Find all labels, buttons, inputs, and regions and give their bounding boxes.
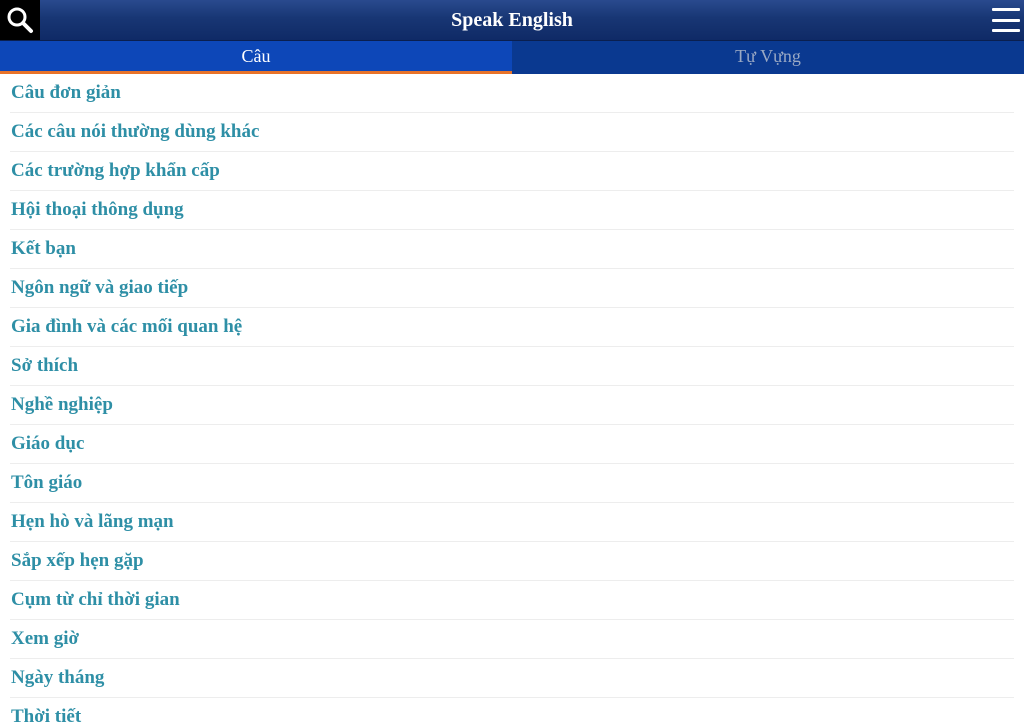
list-item[interactable]: Câu đơn giản xyxy=(10,74,1014,113)
top-bar: Speak English xyxy=(0,0,1024,41)
tab-bar: Câu Tự Vựng xyxy=(0,41,1024,74)
list-item[interactable]: Cụm từ chỉ thời gian xyxy=(10,581,1014,620)
list-item[interactable]: Kết bạn xyxy=(10,230,1014,269)
tab-cau[interactable]: Câu xyxy=(0,41,512,74)
list-item[interactable]: Sắp xếp hẹn gặp xyxy=(10,542,1014,581)
menu-line xyxy=(992,29,1020,32)
list-item[interactable]: Ngày tháng xyxy=(10,659,1014,698)
list-item[interactable]: Gia đình và các mối quan hệ xyxy=(10,308,1014,347)
hamburger-menu-icon[interactable] xyxy=(992,6,1020,34)
app-window: Speak English Câu Tự Vựng Câu đơn giản Cá… xyxy=(0,0,1024,728)
menu-line xyxy=(992,18,1020,22)
list-item[interactable]: Xem giờ xyxy=(10,620,1014,659)
menu-line xyxy=(992,8,1020,11)
list-item[interactable]: Sở thích xyxy=(10,347,1014,386)
category-list: Câu đơn giản Các câu nói thường dùng khác… xyxy=(0,74,1024,728)
search-button[interactable] xyxy=(0,0,40,40)
list-item[interactable]: Ngôn ngữ và giao tiếp xyxy=(10,269,1014,308)
list-item[interactable]: Giáo dục xyxy=(10,425,1014,464)
list-item[interactable]: Thời tiết xyxy=(10,698,1014,728)
list-item[interactable]: Các trường hợp khẩn cấp xyxy=(10,152,1014,191)
list-item[interactable]: Hội thoại thông dụng xyxy=(10,191,1014,230)
list-item[interactable]: Tôn giáo xyxy=(10,464,1014,503)
list-item[interactable]: Hẹn hò và lãng mạn xyxy=(10,503,1014,542)
list-item[interactable]: Các câu nói thường dùng khác xyxy=(10,113,1014,152)
tab-tu-vung[interactable]: Tự Vựng xyxy=(512,41,1024,74)
list-item[interactable]: Nghề nghiệp xyxy=(10,386,1014,425)
app-title: Speak English xyxy=(451,9,573,31)
search-icon xyxy=(7,7,33,33)
